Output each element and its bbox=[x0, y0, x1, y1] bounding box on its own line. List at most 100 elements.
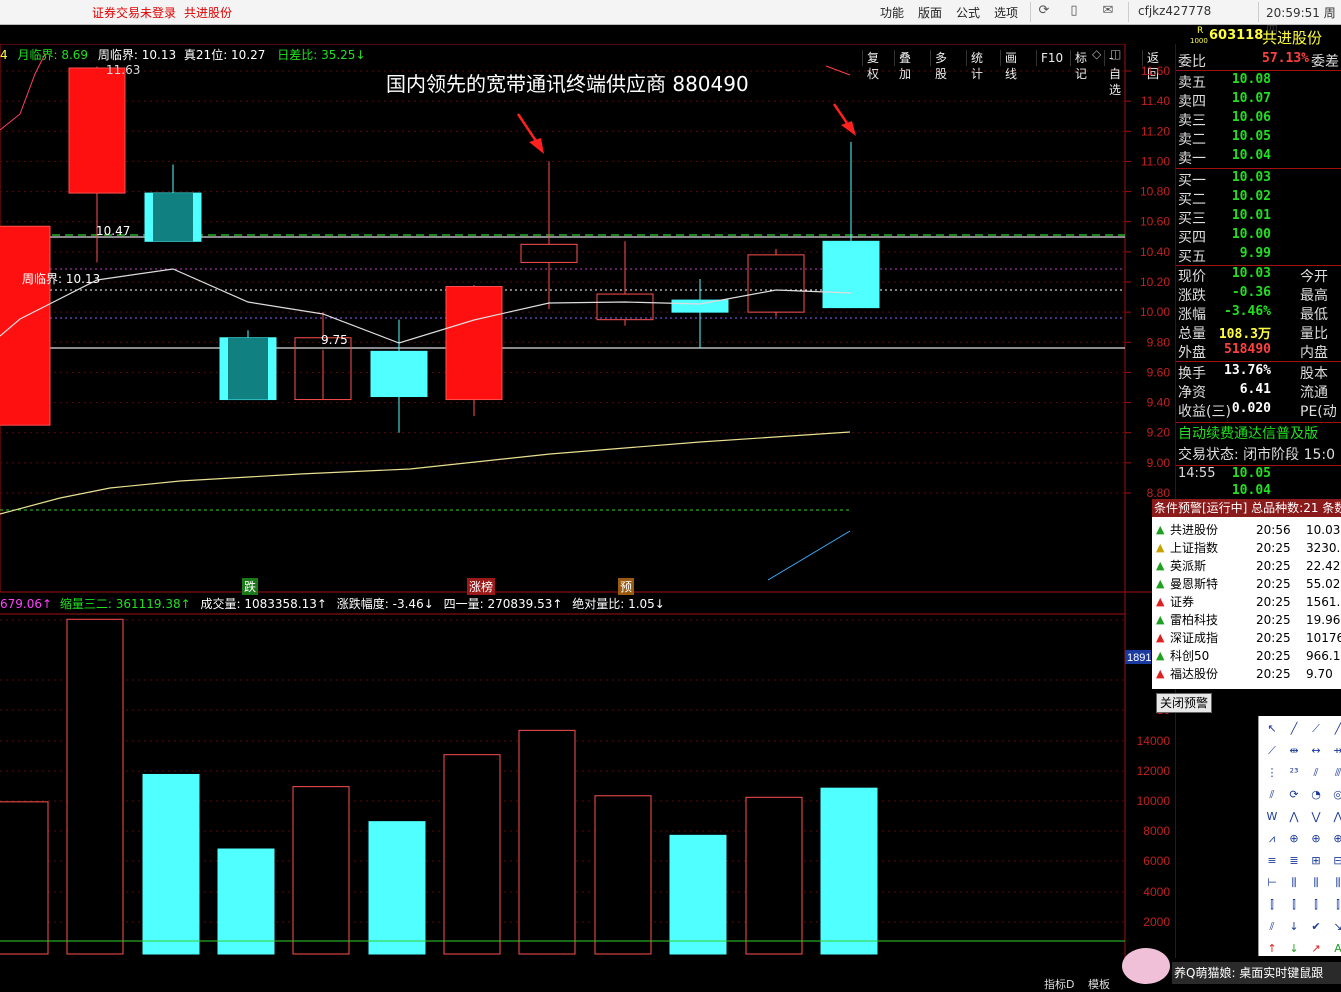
pane-toggle-icon[interactable]: ◫ bbox=[1110, 47, 1121, 61]
alert-panel[interactable]: 条件预警[运行中] 总品种数:21 条数 ▲ 共进股份 20:56 10.03 ▲ 上证指… bbox=[1152, 499, 1341, 689]
draw-tool-icon[interactable]: ⫽ bbox=[1263, 786, 1281, 804]
fin-row-value: 0.020 bbox=[1231, 401, 1271, 416]
alert-row[interactable]: ▲ 上证指数 20:25 3230.1 bbox=[1152, 539, 1341, 557]
menu-formula[interactable]: 公式 bbox=[956, 4, 980, 21]
refresh-icon[interactable]: ⟳ bbox=[1036, 3, 1052, 19]
draw-tool-icon[interactable]: W bbox=[1263, 808, 1281, 826]
draw-tool-icon[interactable]: ◔ bbox=[1307, 786, 1325, 804]
draw-tool-icon[interactable]: ⫼ bbox=[1329, 874, 1341, 892]
draw-tool-icon[interactable]: ⫿ bbox=[1307, 896, 1325, 914]
candle-body bbox=[671, 299, 729, 313]
stat-row-value: -3.46% bbox=[1224, 304, 1271, 319]
close-alert-button[interactable]: 关闭预警 bbox=[1156, 693, 1213, 713]
kline-chart[interactable]: 11.60 11.40 11.20 11.00 10.80 10.60 10.40 10.20… bbox=[0, 44, 1176, 958]
draw-tool-icon[interactable]: ⫼ bbox=[1307, 874, 1325, 892]
draw-tool-icon[interactable]: ⫽ bbox=[1263, 918, 1281, 936]
draw-tool-icon[interactable]: ⫼ bbox=[1285, 874, 1303, 892]
draw-tool-icon[interactable]: ⊕ bbox=[1329, 830, 1341, 848]
indicator-tab[interactable]: 指标D bbox=[1044, 976, 1074, 992]
draw-tool-icon[interactable]: ⟳ bbox=[1285, 786, 1303, 804]
alert-price: 55.02 bbox=[1306, 577, 1341, 591]
draw-tool-icon[interactable]: ↘ bbox=[1329, 918, 1341, 936]
draw-tool-icon[interactable]: ⩘ bbox=[1263, 830, 1281, 848]
draw-tool-icon[interactable]: ⫻ bbox=[1329, 764, 1341, 782]
bell-icon: ▲ bbox=[1156, 523, 1165, 536]
volume-bar bbox=[368, 821, 426, 955]
fin-row: 换手 13.76% 股本 bbox=[1176, 363, 1341, 382]
draw-tool-icon[interactable]: ⫿ bbox=[1263, 896, 1281, 914]
draw-tool-icon[interactable]: ⊢ bbox=[1263, 874, 1281, 892]
candle bbox=[520, 161, 578, 310]
alert-price: 966.11 bbox=[1306, 649, 1341, 663]
price-axis-label: 9.20 bbox=[1147, 426, 1171, 440]
draw-tool-icon[interactable]: ◎ bbox=[1329, 786, 1341, 804]
mail-icon[interactable]: ✉ bbox=[1100, 3, 1116, 19]
draw-tool-icon[interactable]: ⫿ bbox=[1285, 896, 1303, 914]
draw-tool-icon[interactable]: ⟋ bbox=[1263, 742, 1281, 760]
draw-tool-icon[interactable]: ⊕ bbox=[1285, 830, 1303, 848]
phone-icon[interactable]: ▯ bbox=[1066, 3, 1082, 19]
candle bbox=[596, 241, 654, 326]
candle-body bbox=[445, 286, 503, 401]
alert-row[interactable]: ▲ 共进股份 20:56 10.03 bbox=[1152, 521, 1341, 539]
bottom-message[interactable]: 养Q萌猫娘: 桌面实时键鼠跟 bbox=[1172, 962, 1341, 984]
bid-row-value: 10.01 bbox=[1231, 208, 1271, 223]
draw-tool-icon[interactable]: ✔ bbox=[1307, 918, 1325, 936]
alert-row[interactable]: ▲ 证券 20:25 1561.6 bbox=[1152, 593, 1341, 611]
avatar[interactable] bbox=[1122, 948, 1170, 984]
bid-row-label: 买三 bbox=[1178, 211, 1206, 227]
draw-tool-icon[interactable]: ⋀ bbox=[1285, 808, 1303, 826]
alert-price: 10176 bbox=[1306, 631, 1341, 645]
draw-tool-icon[interactable]: ⊕ bbox=[1307, 830, 1325, 848]
red-arrow-icon bbox=[832, 103, 856, 136]
draw-tool-icon[interactable]: ↖ bbox=[1263, 720, 1281, 738]
login-status[interactable]: 证券交易未登录 bbox=[92, 4, 176, 21]
draw-tool-icon[interactable]: ⫽ bbox=[1307, 764, 1325, 782]
alert-row[interactable]: ▲ 深证成指 20:25 10176 bbox=[1152, 629, 1341, 647]
ask-row-value: 10.08 bbox=[1231, 72, 1271, 87]
draw-tool-icon[interactable]: ≣ bbox=[1285, 852, 1303, 870]
menu-layout[interactable]: 版面 bbox=[918, 4, 942, 21]
draw-tool-icon[interactable]: ⋀ bbox=[1329, 808, 1341, 826]
draw-tool-icon[interactable]: ⇹ bbox=[1285, 742, 1303, 760]
volume-axis-label: 2000 bbox=[1143, 915, 1170, 929]
stat-row-label: 涨跌 bbox=[1178, 288, 1206, 304]
diamond-icon[interactable]: ◇ bbox=[1092, 47, 1102, 61]
draw-tool-icon[interactable]: ╱ bbox=[1285, 720, 1303, 738]
draw-tool-icon[interactable]: ⋮ bbox=[1263, 764, 1281, 782]
draw-tool-icon[interactable]: ⋁ bbox=[1307, 808, 1325, 826]
alert-row[interactable]: ▲ 科创50 20:25 966.11 bbox=[1152, 647, 1341, 665]
alert-row[interactable]: ▲ 雷柏科技 20:25 19.96 bbox=[1152, 611, 1341, 629]
draw-tool-icon[interactable]: A bbox=[1329, 940, 1341, 958]
tick-row: 14:55 10.05 bbox=[1176, 465, 1341, 485]
menu-function[interactable]: 功能 bbox=[880, 4, 904, 21]
vol-ind-volume: 成交量: 1083358.13↑ bbox=[200, 597, 327, 611]
draw-tool-icon[interactable]: ↓ bbox=[1285, 940, 1303, 958]
user-account[interactable]: cfjkz427778 bbox=[1138, 4, 1211, 18]
draw-tool-icon[interactable]: ↔ bbox=[1307, 742, 1325, 760]
alert-header: 条件预警[运行中] 总品种数:21 条数 bbox=[1152, 499, 1341, 517]
alert-row[interactable]: ▲ 福达股份 20:25 9.70 bbox=[1152, 665, 1341, 683]
alert-row[interactable]: ▲ 英派斯 20:25 22.42 bbox=[1152, 557, 1341, 575]
ad-row[interactable]: 自动续费通达信普及版 bbox=[1176, 422, 1341, 442]
draw-tool-icon[interactable]: ⇸ bbox=[1329, 742, 1341, 760]
draw-tool-icon[interactable]: ²³ bbox=[1285, 764, 1303, 782]
draw-tool-icon[interactable]: ╱ bbox=[1329, 720, 1341, 738]
volume-axis-label: 6000 bbox=[1143, 854, 1170, 868]
volume-tag: 1891 bbox=[1127, 652, 1151, 664]
stat-row-value: 108.3万 bbox=[1218, 327, 1271, 342]
draw-tool-icon[interactable]: ↓ bbox=[1285, 918, 1303, 936]
alert-row[interactable]: ▲ 曼恩斯特 20:25 55.02 bbox=[1152, 575, 1341, 593]
draw-tool-icon[interactable]: ⫿ bbox=[1329, 896, 1341, 914]
template-tab[interactable]: 模板 bbox=[1088, 976, 1110, 992]
draw-tool-icon[interactable]: ≡ bbox=[1263, 852, 1281, 870]
draw-tool-icon[interactable]: ↗ bbox=[1307, 940, 1325, 958]
draw-tool-icon[interactable]: ⊞ bbox=[1307, 852, 1325, 870]
draw-tool-icon[interactable]: ⟋ bbox=[1307, 720, 1325, 738]
menu-options[interactable]: 选项 bbox=[994, 4, 1018, 21]
draw-tool-icon[interactable]: ↑ bbox=[1263, 940, 1281, 958]
bid-row: 买一 10.03 bbox=[1176, 170, 1341, 189]
stat-row: 总量 108.3万 量比 bbox=[1176, 323, 1341, 342]
draw-tool-icon[interactable]: ⊟ bbox=[1329, 852, 1341, 870]
ad-text[interactable]: 自动续费通达信普及版 bbox=[1178, 423, 1318, 443]
